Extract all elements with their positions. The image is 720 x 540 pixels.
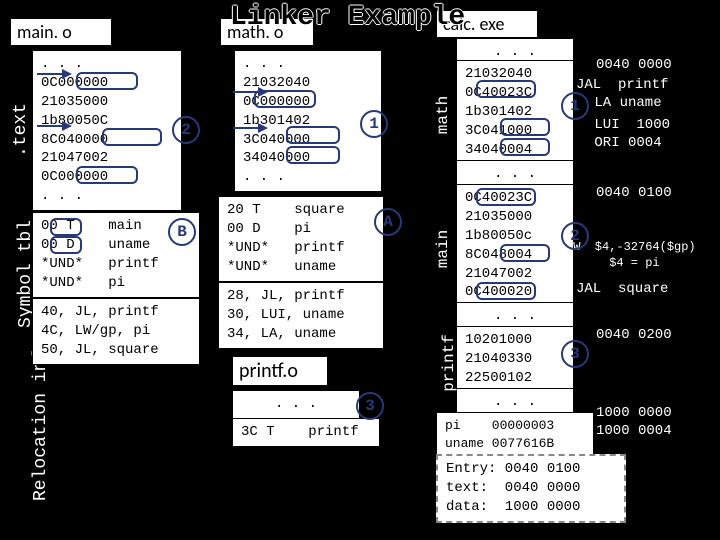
label-main-v: main [434, 230, 452, 268]
exe-block2: 0C40023C 21035000 1b80050c 8C048004 2104… [456, 184, 574, 307]
note-jal-printf: JAL printf [576, 76, 668, 94]
badge-3-mid: 3 [356, 392, 384, 420]
note-jal-square: JAL square [576, 280, 668, 298]
tab-main-o: main. o [10, 18, 112, 46]
arrow-icon [32, 116, 72, 136]
badge-1-mid: 1 [360, 110, 388, 138]
exe-data: pi 00000003 uname 0077616B [436, 412, 594, 457]
label-text: .text [11, 103, 31, 157]
badge-2-left: 2 [172, 116, 200, 144]
note-addr-5: 1000 0004 [596, 422, 672, 440]
page-title: Linker Example [230, 2, 465, 33]
arrow-icon [228, 118, 268, 138]
matho-reloc: 28, JL, printf 30, LUI, uname 34, LA, un… [218, 282, 384, 349]
printfo-sym: 3C T printf [232, 418, 380, 447]
note-la-uname: LA uname [586, 94, 662, 112]
tab-printf-o: printf.o [232, 356, 328, 386]
badge-B: B [168, 218, 196, 246]
badge-3-r: 3 [561, 340, 589, 368]
printfo-text: . . . [232, 390, 360, 419]
note-addr-4: 1000 0000 [596, 404, 672, 422]
maino-reloc: 40, JL, printf 4C, LW/gp, pi 50, JL, squ… [32, 298, 200, 365]
arrow-icon [228, 82, 268, 102]
note-addr-2: 0040 0100 [596, 184, 672, 202]
label-printf-v: printf [440, 334, 458, 392]
badge-1-r: 1 [561, 92, 589, 120]
exe-entry: Entry: 0040 0100 text: 0040 0000 data: 1… [436, 454, 626, 523]
note-addr-1: 0040 0000 [596, 56, 672, 74]
label-math-v: math [434, 96, 452, 134]
note-addr-3: 0040 0200 [596, 326, 672, 344]
arrow-icon [32, 64, 72, 84]
note-lui-ori: LUI 1000 ORI 0004 [586, 116, 670, 152]
exe-block1: 21032040 0C40023C 1b301402 3C041000 3404… [456, 60, 574, 164]
badge-2-r: 2 [561, 222, 589, 250]
matho-sym: 20 T square 00 D pi *UND* printf *UND* u… [218, 196, 384, 282]
exe-block3: 10201000 21040330 22500102 [456, 326, 574, 393]
badge-A: A [374, 208, 402, 236]
